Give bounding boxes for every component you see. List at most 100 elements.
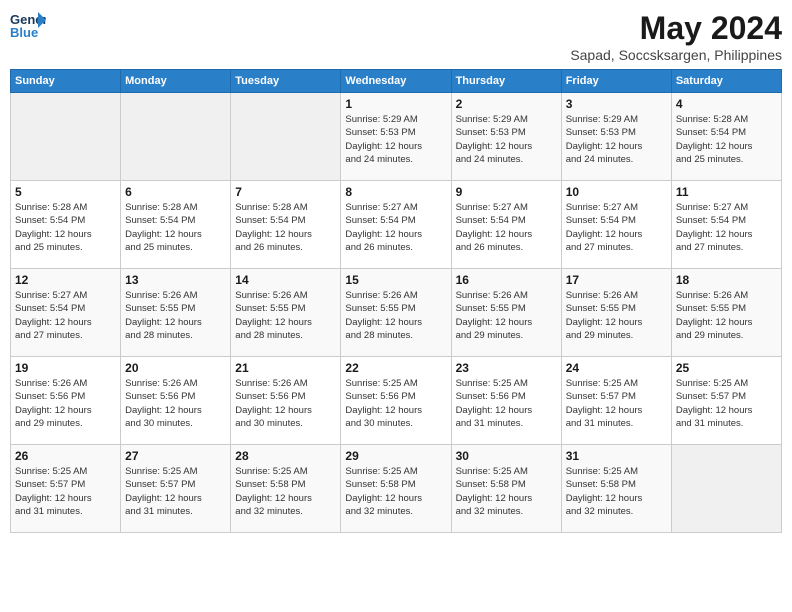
calendar-table: SundayMondayTuesdayWednesdayThursdayFrid… [10,69,782,533]
calendar-cell: 24 Sunrise: 5:25 AM Sunset: 5:57 PM Dayli… [561,357,671,445]
day-info: Sunrise: 5:26 AM Sunset: 5:56 PM Dayligh… [125,377,226,430]
day-info: Sunrise: 5:25 AM Sunset: 5:57 PM Dayligh… [125,465,226,518]
calendar-cell: 21Sunrise: 5:26 AM Sunset: 5:56 PM Dayli… [231,357,341,445]
day-number: 20 [125,361,226,375]
day-number: 24 [566,361,667,375]
day-info: Sunrise: 5:29 AM Sunset: 5:53 PM Dayligh… [345,113,446,166]
calendar-cell [671,445,781,533]
weekday-header-cell: Tuesday [231,70,341,93]
calendar-cell: 8 Sunrise: 5:27 AM Sunset: 5:54 PM Daylig… [341,181,451,269]
day-number: 4 [676,97,777,111]
day-info: Sunrise: 5:26 AM Sunset: 5:55 PM Dayligh… [235,289,336,342]
day-number: 28 [235,449,336,463]
day-number: 31 [566,449,667,463]
day-info: Sunrise: 5:25 AM Sunset: 5:57 PM Dayligh… [15,465,116,518]
day-info: Sunrise: 5:29 AM Sunset: 5:53 PM Dayligh… [566,113,667,166]
day-info: Sunrise: 5:27 AM Sunset: 5:54 PM Dayligh… [456,201,557,254]
day-number: 8 [345,185,446,199]
calendar-cell [11,93,121,181]
calendar-cell: 29 Sunrise: 5:25 AM Sunset: 5:58 PM Dayli… [341,445,451,533]
page-header: General Blue May 2024 Sapad, Soccsksarge… [10,10,782,63]
weekday-header-cell: Saturday [671,70,781,93]
calendar-cell: 4 Sunrise: 5:28 AM Sunset: 5:54 PM Daylig… [671,93,781,181]
day-number: 1 [345,97,446,111]
calendar-cell: 27 Sunrise: 5:25 AM Sunset: 5:57 PM Dayli… [121,445,231,533]
day-info: Sunrise: 5:26 AM Sunset: 5:55 PM Dayligh… [125,289,226,342]
weekday-header-cell: Thursday [451,70,561,93]
day-number: 11 [676,185,777,199]
day-number: 23 [456,361,557,375]
calendar-cell: 6 Sunrise: 5:28 AM Sunset: 5:54 PM Daylig… [121,181,231,269]
day-info: Sunrise: 5:25 AM Sunset: 5:58 PM Dayligh… [235,465,336,518]
calendar-cell: 9 Sunrise: 5:27 AM Sunset: 5:54 PM Daylig… [451,181,561,269]
calendar-subtitle: Sapad, Soccsksargen, Philippines [570,47,782,63]
weekday-header-cell: Sunday [11,70,121,93]
calendar-cell: 16Sunrise: 5:26 AM Sunset: 5:55 PM Dayli… [451,269,561,357]
calendar-cell: 30 Sunrise: 5:25 AM Sunset: 5:58 PM Dayli… [451,445,561,533]
day-number: 6 [125,185,226,199]
calendar-cell: 20 Sunrise: 5:26 AM Sunset: 5:56 PM Dayli… [121,357,231,445]
day-info: Sunrise: 5:26 AM Sunset: 5:56 PM Dayligh… [235,377,336,430]
calendar-cell: 15 Sunrise: 5:26 AM Sunset: 5:55 PM Dayli… [341,269,451,357]
calendar-week-row: 19Sunrise: 5:26 AM Sunset: 5:56 PM Dayli… [11,357,782,445]
calendar-title: May 2024 [570,10,782,47]
day-number: 30 [456,449,557,463]
weekday-header-cell: Monday [121,70,231,93]
calendar-cell: 5 Sunrise: 5:28 AM Sunset: 5:54 PM Daylig… [11,181,121,269]
calendar-cell: 25 Sunrise: 5:25 AM Sunset: 5:57 PM Dayli… [671,357,781,445]
calendar-week-row: 5 Sunrise: 5:28 AM Sunset: 5:54 PM Daylig… [11,181,782,269]
day-info: Sunrise: 5:25 AM Sunset: 5:58 PM Dayligh… [566,465,667,518]
weekday-header-row: SundayMondayTuesdayWednesdayThursdayFrid… [11,70,782,93]
calendar-cell: 1 Sunrise: 5:29 AM Sunset: 5:53 PM Daylig… [341,93,451,181]
day-info: Sunrise: 5:25 AM Sunset: 5:56 PM Dayligh… [456,377,557,430]
day-info: Sunrise: 5:29 AM Sunset: 5:53 PM Dayligh… [456,113,557,166]
day-number: 25 [676,361,777,375]
calendar-cell: 22 Sunrise: 5:25 AM Sunset: 5:56 PM Dayli… [341,357,451,445]
calendar-cell: 11 Sunrise: 5:27 AM Sunset: 5:54 PM Dayli… [671,181,781,269]
day-info: Sunrise: 5:25 AM Sunset: 5:58 PM Dayligh… [345,465,446,518]
svg-text:Blue: Blue [10,25,38,40]
day-number: 9 [456,185,557,199]
day-number: 29 [345,449,446,463]
calendar-cell: 7Sunrise: 5:28 AM Sunset: 5:54 PM Daylig… [231,181,341,269]
day-number: 27 [125,449,226,463]
day-info: Sunrise: 5:26 AM Sunset: 5:55 PM Dayligh… [456,289,557,342]
calendar-body: 1 Sunrise: 5:29 AM Sunset: 5:53 PM Daylig… [11,93,782,533]
calendar-cell: 17 Sunrise: 5:26 AM Sunset: 5:55 PM Dayli… [561,269,671,357]
calendar-cell: 3 Sunrise: 5:29 AM Sunset: 5:53 PM Daylig… [561,93,671,181]
day-info: Sunrise: 5:25 AM Sunset: 5:57 PM Dayligh… [676,377,777,430]
day-info: Sunrise: 5:27 AM Sunset: 5:54 PM Dayligh… [15,289,116,342]
day-info: Sunrise: 5:26 AM Sunset: 5:55 PM Dayligh… [676,289,777,342]
day-number: 5 [15,185,116,199]
day-number: 3 [566,97,667,111]
day-number: 17 [566,273,667,287]
logo-icon: General Blue [10,10,46,42]
day-number: 2 [456,97,557,111]
day-info: Sunrise: 5:25 AM Sunset: 5:56 PM Dayligh… [345,377,446,430]
day-info: Sunrise: 5:26 AM Sunset: 5:56 PM Dayligh… [15,377,116,430]
calendar-cell: 28 Sunrise: 5:25 AM Sunset: 5:58 PM Dayli… [231,445,341,533]
day-info: Sunrise: 5:26 AM Sunset: 5:55 PM Dayligh… [345,289,446,342]
day-info: Sunrise: 5:27 AM Sunset: 5:54 PM Dayligh… [676,201,777,254]
calendar-week-row: 1 Sunrise: 5:29 AM Sunset: 5:53 PM Daylig… [11,93,782,181]
calendar-cell: 18 Sunrise: 5:26 AM Sunset: 5:55 PM Dayli… [671,269,781,357]
day-info: Sunrise: 5:28 AM Sunset: 5:54 PM Dayligh… [15,201,116,254]
calendar-cell: 26 Sunrise: 5:25 AM Sunset: 5:57 PM Dayli… [11,445,121,533]
calendar-cell: 10Sunrise: 5:27 AM Sunset: 5:54 PM Dayli… [561,181,671,269]
day-info: Sunrise: 5:28 AM Sunset: 5:54 PM Dayligh… [125,201,226,254]
day-info: Sunrise: 5:25 AM Sunset: 5:57 PM Dayligh… [566,377,667,430]
day-info: Sunrise: 5:27 AM Sunset: 5:54 PM Dayligh… [345,201,446,254]
calendar-week-row: 26 Sunrise: 5:25 AM Sunset: 5:57 PM Dayli… [11,445,782,533]
day-number: 7 [235,185,336,199]
calendar-cell: 13Sunrise: 5:26 AM Sunset: 5:55 PM Dayli… [121,269,231,357]
day-number: 26 [15,449,116,463]
title-block: May 2024 Sapad, Soccsksargen, Philippine… [570,10,782,63]
day-info: Sunrise: 5:28 AM Sunset: 5:54 PM Dayligh… [676,113,777,166]
day-info: Sunrise: 5:25 AM Sunset: 5:58 PM Dayligh… [456,465,557,518]
day-number: 15 [345,273,446,287]
day-info: Sunrise: 5:26 AM Sunset: 5:55 PM Dayligh… [566,289,667,342]
calendar-cell: 14Sunrise: 5:26 AM Sunset: 5:55 PM Dayli… [231,269,341,357]
day-number: 22 [345,361,446,375]
day-number: 18 [676,273,777,287]
calendar-cell: 23 Sunrise: 5:25 AM Sunset: 5:56 PM Dayli… [451,357,561,445]
